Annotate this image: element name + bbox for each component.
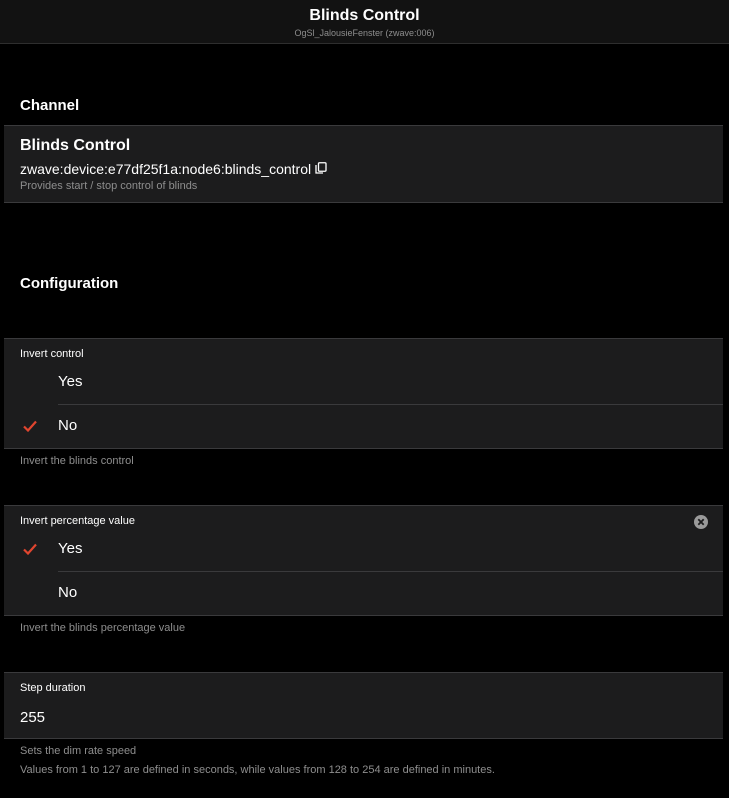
channel-card: Blinds Control zwave:device:e77df25f1a:n… [4,125,723,203]
channel-section-title: Channel [20,97,80,114]
step-duration-note: Values from 1 to 127 are defined in seco… [20,764,495,776]
checkmark-icon [23,419,37,437]
page-title: Blinds Control [309,7,420,24]
step-duration-label: Step duration [20,682,86,694]
configuration-section-title: Configuration [20,275,119,292]
page-subtitle: OgSl_JalousieFenster (zwave:006) [294,28,435,38]
channel-uid: zwave:device:e77df25f1a:node6:blinds_con… [20,161,327,178]
channel-name: Blinds Control [20,137,131,154]
invert-percentage-description: Invert the blinds percentage value [20,622,186,634]
copy-icon[interactable] [315,161,327,177]
invert-percentage-option-yes[interactable]: Yes [4,528,723,572]
option-label: Yes [58,373,83,390]
option-label: Yes [58,540,83,557]
invert-control-description: Invert the blinds control [20,455,134,467]
channel-description: Provides start / stop control of blinds [20,180,198,192]
invert-percentage-card: Invert percentage value Yes No [4,505,723,616]
checkmark-icon [23,542,37,560]
navbar: Blinds Control OgSl_JalousieFenster (zwa… [0,0,729,44]
step-duration-input[interactable]: 255 [20,709,45,726]
invert-control-card: Invert control Yes No [4,338,723,449]
option-label: No [58,417,78,434]
step-duration-description: Sets the dim rate speed [20,745,137,757]
invert-control-option-no[interactable]: No [4,405,723,449]
invert-control-option-yes[interactable]: Yes [4,361,723,405]
invert-percentage-option-no[interactable]: No [4,572,723,616]
channel-uid-text: zwave:device:e77df25f1a:node6:blinds_con… [20,161,312,177]
invert-control-label: Invert control [20,348,84,360]
invert-percentage-label: Invert percentage value [20,515,135,527]
step-duration-card: Step duration 255 [4,672,723,739]
option-label: No [58,584,78,601]
